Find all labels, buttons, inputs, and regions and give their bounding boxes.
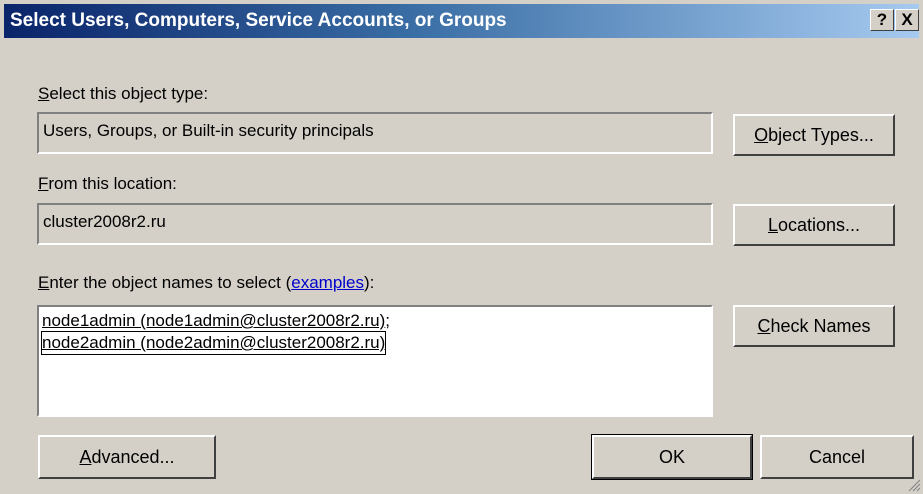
examples-link[interactable]: examples xyxy=(291,273,364,292)
close-button[interactable]: X xyxy=(895,9,919,31)
object-type-field: Users, Groups, or Built-in security prin… xyxy=(37,112,713,154)
object-type-value: Users, Groups, or Built-in security prin… xyxy=(43,121,374,140)
select-users-dialog: Select Users, Computers, Service Account… xyxy=(0,0,923,494)
check-names-button[interactable]: Check Names xyxy=(733,305,895,347)
location-label: From this location: xyxy=(38,174,177,193)
object-type-label: Select this object type: xyxy=(38,84,209,103)
object-names-input[interactable]: node1admin (node1admin@cluster2008r2.ru)… xyxy=(37,305,713,417)
advanced-button[interactable]: Advanced... xyxy=(38,435,216,479)
name-entry-2[interactable]: node2admin (node2admin@cluster2008r2.ru) xyxy=(40,331,387,355)
window-title: Select Users, Computers, Service Account… xyxy=(10,10,507,31)
title-bar[interactable]: Select Users, Computers, Service Account… xyxy=(4,4,919,38)
name-entry-2-row: node2admin (node2admin@cluster2008r2.ru) xyxy=(40,331,708,355)
name-entry-1-row: node1admin (node1admin@cluster2008r2.ru)… xyxy=(42,310,708,332)
cancel-button[interactable]: Cancel xyxy=(760,435,914,479)
help-button[interactable]: ? xyxy=(870,9,894,31)
object-names-label: Enter the object names to select (exampl… xyxy=(38,273,375,292)
resize-grip-icon[interactable] xyxy=(907,478,921,492)
location-field: cluster2008r2.ru xyxy=(37,203,713,245)
locations-button[interactable]: Locations... xyxy=(733,204,895,246)
location-value: cluster2008r2.ru xyxy=(43,212,166,231)
ok-button[interactable]: OK xyxy=(591,434,753,480)
entry-separator: ; xyxy=(385,311,391,330)
object-types-button[interactable]: Object Types... xyxy=(733,114,895,156)
close-icon: X xyxy=(901,10,913,29)
name-entry-1[interactable]: node1admin (node1admin@cluster2008r2.ru) xyxy=(42,310,385,332)
help-icon: ? xyxy=(876,10,888,29)
